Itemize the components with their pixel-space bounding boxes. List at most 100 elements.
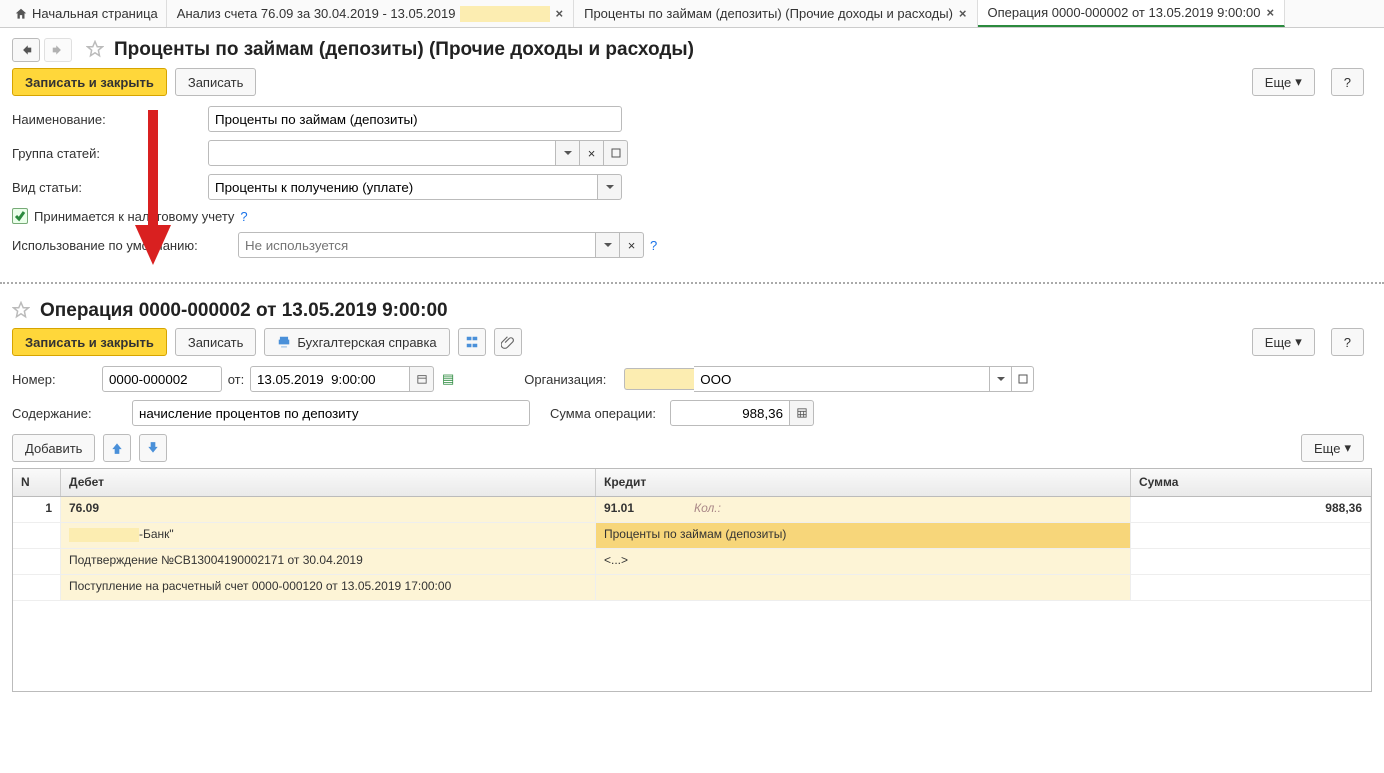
arrow-down-icon [146, 441, 160, 455]
dropdown-button[interactable] [990, 366, 1012, 392]
section-article: Проценты по займам (депозиты) (Прочие до… [0, 28, 1384, 276]
org-input[interactable] [694, 366, 990, 392]
cell-credit [596, 575, 1131, 600]
nav-row2: Операция 0000-000002 от 13.05.2019 9:00:… [12, 300, 1372, 322]
caret-down-icon: ▾ [1295, 74, 1302, 90]
cell-credit: <...> [596, 549, 1131, 574]
help-button[interactable]: ? [1331, 68, 1364, 96]
grid-row[interactable]: -Банк" Проценты по займам (депозиты) [13, 523, 1371, 549]
cell-debit: Поступление на расчетный счет 0000-00012… [61, 575, 596, 600]
credit-account: 91.01 [604, 501, 634, 515]
tab-label: Проценты по займам (депозиты) (Прочие до… [584, 6, 953, 21]
tab-bar: Начальная страница Анализ счета 76.09 за… [0, 0, 1384, 28]
kind-input[interactable] [208, 174, 598, 200]
label-kind: Вид статьи: [12, 180, 208, 195]
col-sum[interactable]: Сумма [1131, 469, 1371, 496]
save-button[interactable]: Записать [175, 328, 257, 356]
col-n[interactable]: N [13, 469, 61, 496]
tab-home[interactable]: Начальная страница [6, 0, 167, 27]
more-button[interactable]: Еще ▾ [1301, 434, 1364, 462]
acc-ref-button[interactable]: Бухгалтерская справка [264, 328, 449, 356]
structure-button[interactable] [458, 328, 486, 356]
cell-sum: 988,36 [1131, 497, 1371, 522]
move-down-button[interactable] [139, 434, 167, 462]
back-button[interactable] [12, 38, 40, 62]
open-button[interactable] [1012, 366, 1034, 392]
open-icon [1018, 374, 1028, 384]
default-use-input[interactable] [238, 232, 596, 258]
move-up-button[interactable] [103, 434, 131, 462]
more-label: Еще [1265, 75, 1291, 90]
label-org: Организация: [524, 372, 624, 387]
close-icon[interactable]: × [959, 6, 967, 21]
tab-home-label: Начальная страница [32, 6, 158, 21]
cell-n [13, 575, 61, 600]
arrow-left-icon [19, 43, 33, 57]
star-icon [12, 301, 30, 319]
clear-button[interactable]: × [580, 140, 604, 166]
calc-button[interactable] [790, 400, 814, 426]
grid-empty-area[interactable] [13, 601, 1371, 691]
save-button[interactable]: Записать [175, 68, 257, 96]
grid-row[interactable]: Подтверждение №СВ13004190002171 от 30.04… [13, 549, 1371, 575]
attach-button[interactable] [494, 328, 522, 356]
group-combo: × [208, 140, 628, 166]
name-input[interactable] [208, 106, 622, 132]
help-link[interactable]: ? [240, 209, 247, 224]
default-use-combo: × [238, 232, 644, 258]
date-input[interactable] [250, 366, 410, 392]
group-input[interactable] [208, 140, 556, 166]
bank-suffix: -Банк" [139, 527, 174, 541]
tab-analysis[interactable]: Анализ счета 76.09 за 30.04.2019 - 13.05… [167, 0, 574, 27]
printer-icon [277, 335, 291, 349]
tax-checkbox[interactable] [12, 208, 28, 224]
arrow-up-icon [110, 441, 124, 455]
close-icon[interactable]: × [556, 6, 564, 21]
tab-interest[interactable]: Проценты по займам (депозиты) (Прочие до… [574, 0, 977, 27]
paperclip-icon [501, 335, 515, 349]
cell-sum [1131, 575, 1371, 600]
more-button[interactable]: Еще ▾ [1252, 68, 1315, 96]
number-input[interactable] [102, 366, 222, 392]
clear-button[interactable]: × [620, 232, 644, 258]
grid-row[interactable]: Поступление на расчетный счет 0000-00012… [13, 575, 1371, 601]
dropdown-button[interactable] [598, 174, 622, 200]
tab-label: Операция 0000-000002 от 13.05.2019 9:00:… [988, 5, 1261, 20]
opsum-input[interactable] [670, 400, 790, 426]
home-icon [14, 7, 28, 21]
cell-debit: Подтверждение №СВ13004190002171 от 30.04… [61, 549, 596, 574]
more-button[interactable]: Еще▾ [1252, 328, 1315, 356]
help-button[interactable]: ? [1331, 328, 1364, 356]
dropdown-button[interactable] [596, 232, 620, 258]
tab-label: Анализ счета 76.09 за 30.04.2019 - 13.05… [177, 6, 456, 21]
save-close-button[interactable]: Записать и закрыть [12, 328, 167, 356]
acc-ref-label: Бухгалтерская справка [297, 335, 436, 350]
col-debit[interactable]: Дебет [61, 469, 596, 496]
x-icon: × [628, 238, 636, 253]
content-input[interactable] [132, 400, 530, 426]
caret-down-icon: ▾ [1295, 334, 1302, 350]
tab-operation[interactable]: Операция 0000-000002 от 13.05.2019 9:00:… [978, 0, 1286, 27]
page-title: Проценты по займам (депозиты) (Прочие до… [114, 39, 694, 61]
save-close-button[interactable]: Записать и закрыть [12, 68, 167, 96]
forward-button[interactable] [44, 38, 72, 62]
calendar-button[interactable] [410, 366, 434, 392]
favorite-toggle[interactable] [86, 40, 104, 61]
qty-label: Кол.: [634, 501, 721, 515]
check-icon [14, 210, 26, 222]
help-link[interactable]: ? [650, 238, 657, 253]
grid-row[interactable]: 1 76.09 91.01Кол.: 988,36 [13, 497, 1371, 523]
close-icon[interactable]: × [1267, 5, 1275, 20]
favorite-toggle[interactable] [12, 301, 30, 322]
open-button[interactable] [604, 140, 628, 166]
more-label: Еще [1314, 441, 1340, 456]
calculator-icon [797, 408, 807, 418]
caret-down-icon: ▾ [1344, 440, 1351, 456]
calendar-icon [417, 374, 427, 384]
dropdown-button[interactable] [556, 140, 580, 166]
add-button[interactable]: Добавить [12, 434, 95, 462]
col-credit[interactable]: Кредит [596, 469, 1131, 496]
label-default-use: Использование по умолчанию: [12, 238, 238, 253]
redacted-block [69, 528, 139, 542]
nav-row: Проценты по займам (депозиты) (Прочие до… [12, 38, 1372, 62]
